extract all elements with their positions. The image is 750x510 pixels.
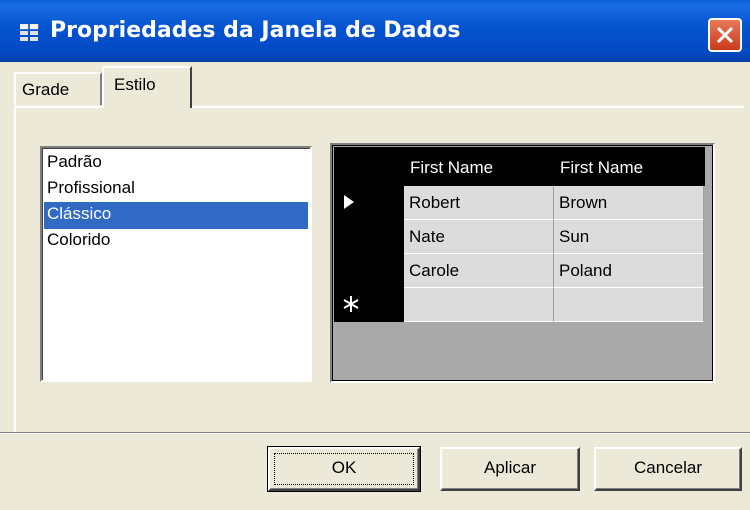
list-item-profissional[interactable]: Profissional xyxy=(44,176,308,203)
close-icon xyxy=(716,26,734,44)
style-list[interactable]: Padrão Profissional Clássico Colorido xyxy=(40,146,312,382)
cancel-button-label: Cancelar xyxy=(633,458,703,477)
cancel-button[interactable]: Cancelar xyxy=(594,447,742,491)
table-cell: Robert xyxy=(404,186,554,220)
list-item-colorido[interactable]: Colorido xyxy=(44,228,308,255)
grid-properties-icon xyxy=(20,24,39,41)
table-cell: Poland xyxy=(554,254,704,288)
title-bar[interactable]: Propriedades da Janela de Dados xyxy=(0,0,750,62)
list-item-padrao[interactable]: Padrão xyxy=(44,150,308,177)
apply-button-label: Aplicar xyxy=(484,458,536,477)
close-button[interactable] xyxy=(708,18,742,52)
footer-divider-highlight xyxy=(0,433,750,434)
table-cell xyxy=(554,288,704,322)
table-cell: Brown xyxy=(554,186,704,220)
table-cell xyxy=(404,288,554,322)
apply-button[interactable]: Aplicar xyxy=(440,447,580,491)
table-cell: Sun xyxy=(554,220,704,254)
new-row-asterisk-icon xyxy=(343,296,359,312)
ok-button[interactable]: OK xyxy=(267,446,421,492)
list-item-classico[interactable]: Clássico xyxy=(44,202,308,229)
table-cell: Carole xyxy=(404,254,554,288)
table-cell: Nate xyxy=(404,220,554,254)
tab-estilo[interactable]: Estilo xyxy=(102,66,192,108)
tab-grade[interactable]: Grade xyxy=(14,72,102,105)
properties-dialog: Propriedades da Janela de Dados Grade Es… xyxy=(0,0,750,510)
style-preview-grid: First Name First Name Robert Brown Nate … xyxy=(330,143,715,383)
column-header: First Name xyxy=(410,158,494,177)
dialog-title: Propriedades da Janela de Dados xyxy=(50,18,461,43)
tab-panel-border xyxy=(14,106,16,432)
current-row-arrow-icon xyxy=(344,195,354,209)
column-header: First Name xyxy=(560,158,644,177)
focus-rectangle xyxy=(274,453,414,485)
